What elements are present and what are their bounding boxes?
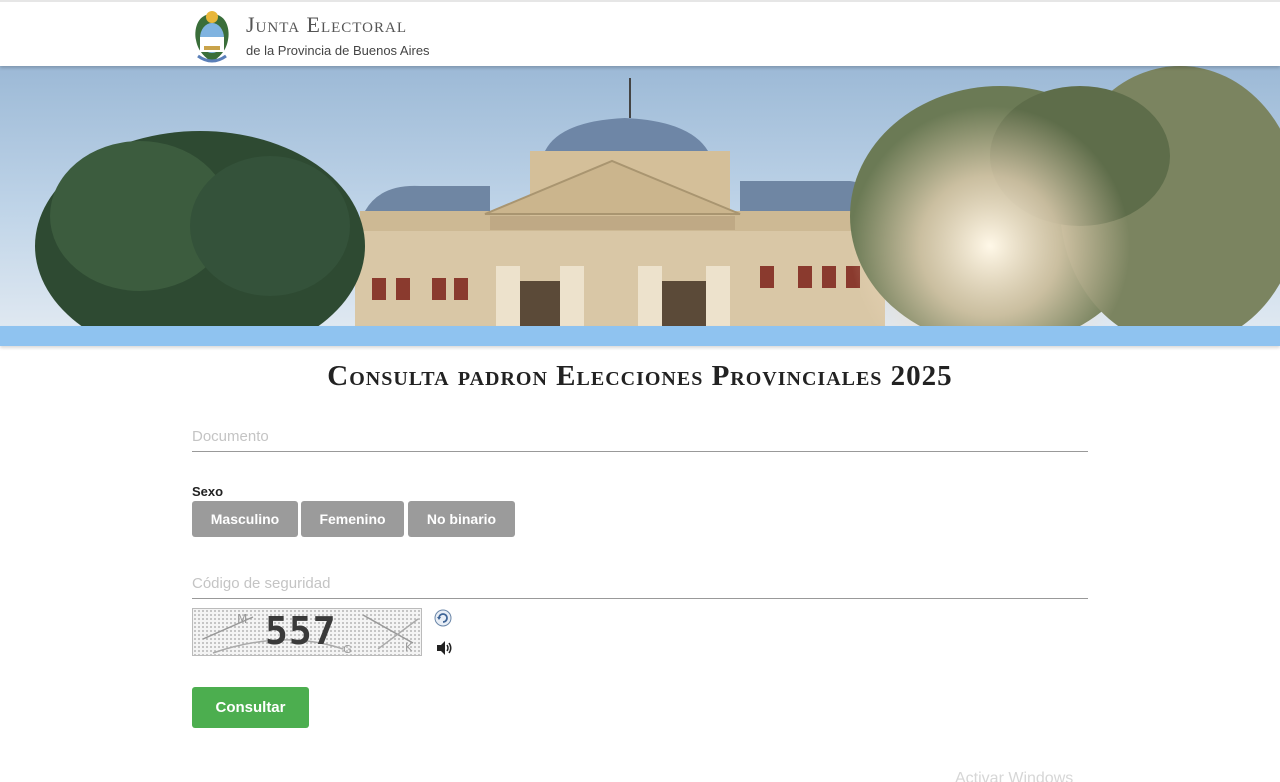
svg-text:K: K [405, 641, 413, 654]
sexo-label: Sexo [192, 484, 224, 499]
codigo-seguridad-input[interactable] [192, 569, 1088, 599]
site-header: Junta Electoral de la Provincia de Bueno… [0, 0, 1280, 66]
banner-strip [0, 326, 1280, 346]
consultar-button[interactable]: Consultar [192, 687, 309, 728]
captcha-image: M G K 557 [192, 608, 422, 656]
brand-title: Junta Electoral [246, 12, 408, 37]
page-title: Consulta padron Elecciones Provinciales … [327, 360, 953, 392]
documento-input[interactable] [192, 422, 1088, 452]
sexo-no-binario-button[interactable]: No binario [408, 501, 515, 537]
svg-text:M: M [237, 612, 247, 626]
refresh-icon[interactable] [434, 609, 452, 627]
svg-text:G: G [343, 643, 352, 656]
windows-activation-watermark: Activar Windows [955, 770, 1074, 782]
sexo-masculino-button[interactable]: Masculino [192, 501, 298, 537]
coat-of-arms-icon[interactable] [190, 6, 234, 66]
captcha-code: 557 [265, 609, 337, 653]
sexo-femenino-button[interactable]: Femenino [301, 501, 404, 537]
speaker-icon[interactable] [435, 640, 453, 656]
banner-image [0, 66, 1280, 326]
brand-subtitle: de la Provincia de Buenos Aires [246, 43, 430, 58]
